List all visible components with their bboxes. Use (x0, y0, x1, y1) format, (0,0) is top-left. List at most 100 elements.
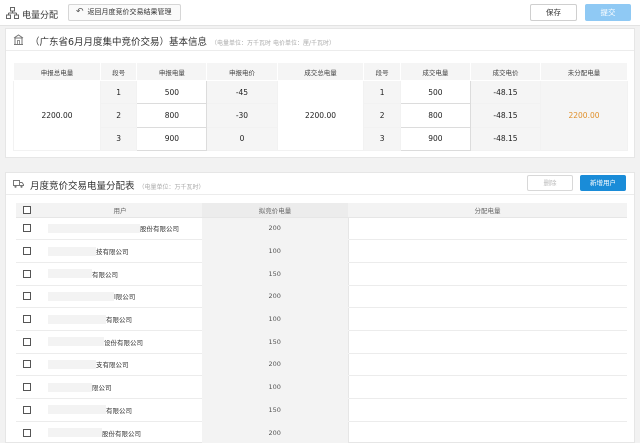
alloc-qty-input[interactable] (347, 421, 627, 443)
submit-button[interactable]: 提交 (585, 4, 631, 21)
basic-info-table: 申报总电量 段号 申报电量 申报电价 成交总电量 段号 成交电量 成交电价 未分… (13, 62, 628, 152)
declared-price: -45 (206, 79, 278, 105)
bid-qty: 150 (202, 262, 348, 286)
redacted-name (48, 359, 96, 369)
allocation-panel: 月度竞价交易电量分配表 （电量单位：万千瓦时） 删除 新增用户 用户 拟竞价电量 … (5, 172, 635, 443)
user-name: 支有限公司 (96, 361, 129, 370)
table-row: 设份有限公司 150 (16, 330, 627, 354)
declared-total-value: 2200.00 (13, 80, 101, 151)
allocation-title: 月度竞价交易电量分配表 (30, 181, 135, 192)
user-name: 有限公司 (92, 270, 118, 279)
bid-qty: 150 (202, 398, 348, 422)
row-checkbox[interactable] (23, 292, 31, 301)
save-button[interactable]: 保存 (530, 4, 577, 21)
user-cell: 股份有限公司 (38, 421, 202, 443)
row-checkbox-cell (16, 285, 38, 309)
alloc-qty-input[interactable] (347, 262, 627, 286)
alloc-qty-input[interactable] (347, 285, 627, 309)
alloc-qty-input[interactable] (347, 307, 627, 331)
building-icon (13, 34, 24, 45)
basic-info-panel: （广东省6月月度集中竞价交易）基本信息 （电量单位：万千瓦时 电价单位：厘/千瓦时… (5, 28, 635, 158)
table-row: 股份有限公司 200 (16, 217, 627, 241)
redacted-name (48, 269, 92, 279)
bid-qty: 100 (202, 375, 348, 399)
table-row: 支有限公司 200 (16, 353, 627, 377)
unallocated-value: 2200.00 (540, 80, 628, 151)
alloc-qty-input[interactable] (347, 239, 627, 263)
deal-price: -48.15 (469, 79, 542, 105)
col-deal-segment-no: 段号 (363, 62, 401, 81)
redacted-name (48, 246, 96, 256)
col-declared-qty: 申报电量 (136, 62, 208, 81)
back-button[interactable]: ↶ 返回月度竞价交易结果管理 (68, 4, 181, 21)
alloc-qty-input[interactable] (347, 353, 627, 377)
segment-no: 1 (99, 79, 138, 105)
add-user-button[interactable]: 新增用户 (580, 175, 626, 191)
sitemap-icon (6, 7, 19, 19)
alloc-qty-input[interactable] (347, 375, 627, 399)
back-button-label: 返回月度竞价交易结果管理 (87, 8, 172, 16)
row-checkbox[interactable] (23, 337, 31, 346)
user-cell: 支有限公司 (38, 353, 202, 377)
row-checkbox[interactable] (23, 315, 31, 324)
allocation-table: 用户 拟竞价电量 分配电量 股份有限公司 200 技有限公司 100 有限公司 150 l限… (16, 203, 627, 443)
row-checkbox-cell (16, 239, 38, 263)
deal-qty: 900 (399, 126, 471, 152)
bid-qty: 100 (202, 239, 348, 263)
select-all-header (16, 203, 38, 218)
col-user: 用户 (38, 203, 202, 218)
row-checkbox[interactable] (23, 405, 31, 414)
user-cell: 设份有限公司 (38, 330, 202, 354)
bid-qty: 200 (202, 421, 348, 443)
row-checkbox-cell (16, 353, 38, 377)
deal-segment-no: 1 (363, 79, 401, 105)
segment-no: 2 (99, 103, 138, 128)
bid-qty: 200 (202, 217, 348, 241)
row-checkbox-cell (16, 375, 38, 399)
table-row: l限公司 200 (16, 285, 627, 309)
row-checkbox[interactable] (23, 247, 31, 256)
declared-price: -30 (206, 103, 278, 128)
table-row: 2200.00 1 500 -45 2200.00 1 500 -48.15 2… (13, 79, 628, 151)
declared-qty: 800 (136, 103, 208, 128)
user-name: 技有限公司 (96, 248, 129, 257)
col-deal-total: 成交总电量 (276, 62, 365, 81)
alloc-qty-input[interactable] (347, 398, 627, 422)
row-checkbox-cell (16, 217, 38, 241)
redacted-name (48, 382, 92, 392)
redacted-name (48, 428, 102, 438)
redacted-name (48, 291, 114, 301)
top-toolbar: 电量分配 ↶ 返回月度竞价交易结果管理 保存 提交 (0, 0, 640, 26)
alloc-qty-input[interactable] (347, 217, 627, 241)
user-name: 有限公司 (106, 406, 132, 415)
user-name: 股份有限公司 (102, 429, 141, 438)
user-cell: 限公司 (38, 375, 202, 399)
row-checkbox[interactable] (23, 360, 31, 369)
delete-button[interactable]: 删除 (527, 175, 573, 191)
row-checkbox-cell (16, 307, 38, 331)
user-name: 股份有限公司 (140, 225, 179, 234)
deal-price: -48.15 (469, 103, 542, 128)
row-checkbox[interactable] (23, 383, 31, 392)
truck-icon (13, 180, 24, 188)
bid-qty: 150 (202, 330, 348, 354)
redacted-name (48, 223, 140, 233)
redacted-name (48, 405, 106, 415)
table-row: 有限公司 100 (16, 307, 627, 331)
row-checkbox[interactable] (23, 428, 31, 437)
alloc-qty-input[interactable] (347, 330, 627, 354)
redacted-name (48, 337, 104, 347)
user-name: 限公司 (92, 384, 112, 393)
deal-total-value: 2200.00 (276, 80, 365, 151)
user-name: l限公司 (114, 293, 136, 302)
redacted-name (48, 314, 106, 324)
table-row: 有限公司 150 (16, 262, 627, 286)
user-cell: 股份有限公司 (38, 217, 202, 241)
deal-price: -48.15 (469, 126, 542, 152)
select-all-checkbox[interactable] (23, 205, 31, 214)
deal-qty: 500 (399, 79, 471, 105)
col-alloc-qty: 分配电量 (348, 203, 627, 218)
row-checkbox[interactable] (23, 224, 31, 233)
row-checkbox[interactable] (23, 269, 31, 278)
declared-qty: 500 (136, 79, 208, 105)
